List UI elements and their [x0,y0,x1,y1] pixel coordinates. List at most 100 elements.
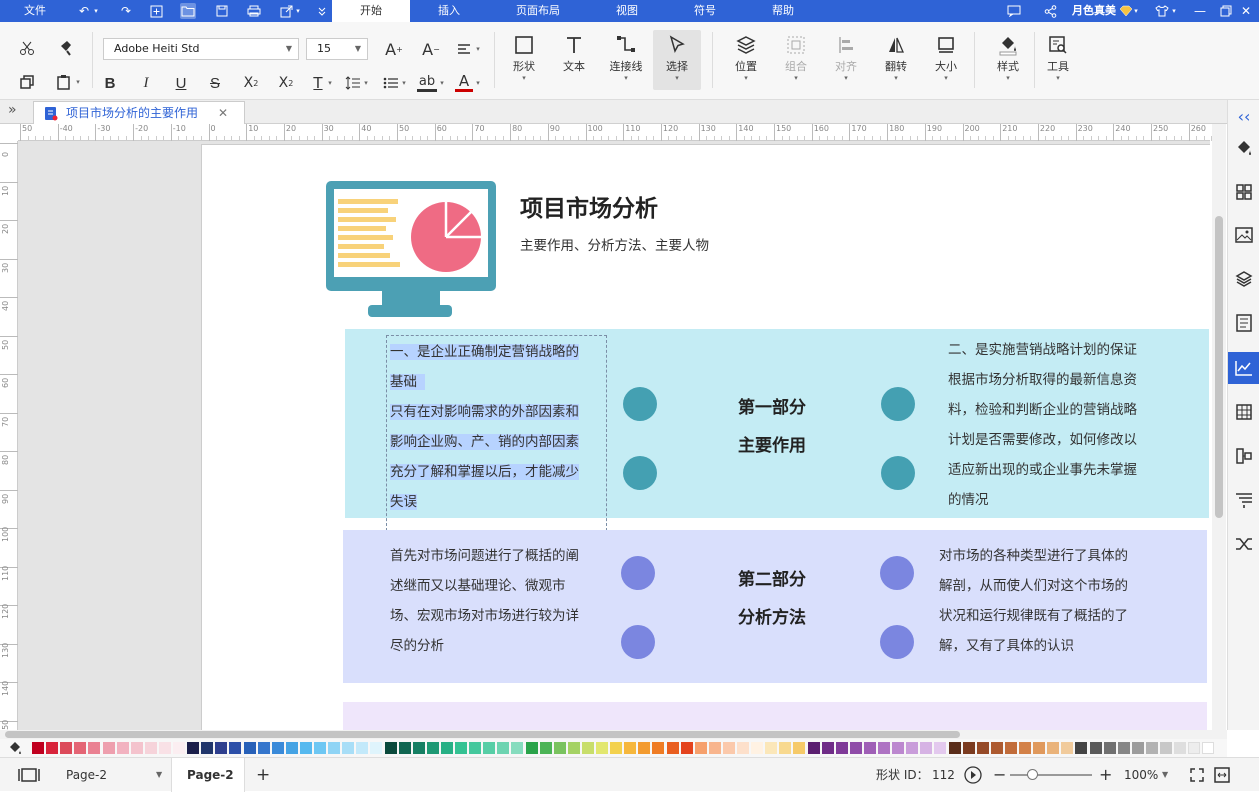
section-2-left-text[interactable]: 首先对市场问题进行了概括的阐 述继而又以基础理论、微观市 场、宏观市场对市场进行… [390,541,608,661]
page-title[interactable]: 项目市场分析 [520,189,658,223]
underline-icon[interactable]: U [171,72,191,94]
italic-icon[interactable]: I [136,72,156,94]
export-icon[interactable] [278,3,294,19]
section-1-left-text[interactable]: 一、是企业正确制定营销战略的 基础 只有在对影响需求的外部因素和 影响企业购、产… [390,337,604,517]
table-icon[interactable] [1228,396,1259,428]
color-swatch[interactable] [469,742,482,754]
color-swatch[interactable] [1131,742,1144,754]
color-swatch[interactable] [722,742,735,754]
color-swatch[interactable] [976,742,989,754]
undo-dropdown-icon[interactable]: ▾ [92,3,100,19]
user-name[interactable]: 月色真美 [1072,0,1116,22]
section-2-circle[interactable] [880,556,914,590]
page-selector[interactable]: Page-2 [66,758,107,792]
image-icon[interactable] [1228,219,1259,251]
align-button[interactable]: 对齐 ▾ [824,30,868,90]
section-2-circle[interactable] [621,625,655,659]
color-swatch[interactable] [130,742,143,754]
tab-help[interactable]: 帮助 [772,0,794,22]
color-swatch[interactable] [483,742,496,754]
color-swatch[interactable] [666,742,679,754]
section-1-circle[interactable] [623,387,657,421]
text-style-dropdown-icon[interactable]: ▾ [326,72,334,94]
line-spacing-dropdown-icon[interactable]: ▾ [362,72,370,94]
text-tool-button[interactable]: 文本 [552,30,596,90]
tab-symbols[interactable]: 符号 [694,0,716,22]
more-icon[interactable] [314,3,330,19]
font-color-icon[interactable]: A [453,72,475,94]
font-family-select[interactable]: Adobe Heiti Std ▼ [103,38,299,60]
color-swatch[interactable] [299,742,312,754]
tab-start[interactable]: 开始 [332,0,410,22]
color-swatch[interactable] [807,742,820,754]
color-swatch[interactable] [1033,742,1046,754]
section-2-label[interactable]: 第二部分 分析方法 [722,561,822,637]
color-swatch[interactable] [271,742,284,754]
color-swatch[interactable] [370,742,383,754]
fill-bucket-icon[interactable] [8,741,22,755]
slides-icon[interactable] [1228,484,1259,516]
section-2-circle[interactable] [621,556,655,590]
decrease-font-icon[interactable]: A − [420,39,442,59]
fit-width-icon[interactable] [1214,767,1230,783]
play-icon[interactable] [964,766,982,784]
fill-icon[interactable] [1228,132,1259,164]
connector-tool-button[interactable]: 连接线 ▾ [604,30,648,90]
color-swatch[interactable] [158,742,171,754]
color-swatch[interactable] [32,742,44,754]
color-swatch[interactable] [328,742,341,754]
color-swatch[interactable] [581,742,594,754]
tools-button[interactable]: 工具 ▾ [1036,30,1080,90]
text-style-icon[interactable]: T [308,72,328,94]
color-swatch[interactable] [1004,742,1017,754]
layers-icon[interactable] [1228,263,1259,295]
add-page-icon[interactable]: + [256,758,270,792]
color-swatch[interactable] [497,742,510,754]
align-dropdown-icon[interactable]: ▾ [474,39,482,59]
zoom-level[interactable]: 100% [1124,758,1158,792]
color-swatch[interactable] [793,742,806,754]
page-properties-icon[interactable] [1228,307,1259,339]
paste-icon[interactable] [54,72,74,92]
open-folder-icon[interactable] [180,3,196,19]
vertical-scroll-thumb[interactable] [1215,216,1223,518]
color-swatch[interactable] [187,742,200,754]
position-button[interactable]: 位置 ▾ [724,30,768,90]
chat-icon[interactable] [1006,3,1022,19]
color-swatch[interactable] [173,742,185,754]
font-size-select[interactable]: 15 ▼ [306,38,368,60]
color-swatch[interactable] [201,742,214,754]
color-swatch[interactable] [990,742,1003,754]
color-swatch[interactable] [60,742,73,754]
color-swatch[interactable] [384,742,397,754]
page-subtitle[interactable]: 主要作用、分析方法、主要人物 [520,234,709,254]
close-icon[interactable]: ✕ [1238,3,1254,19]
color-swatch[interactable] [215,742,228,754]
horizontal-scroll-thumb[interactable] [5,731,960,738]
page-selector-chevron-icon[interactable]: ▼ [156,758,162,792]
increase-font-icon[interactable]: A + [383,39,405,59]
size-button[interactable]: 大小 ▾ [924,30,968,90]
zoom-out-icon[interactable]: − [993,758,1006,792]
color-swatch[interactable] [962,742,975,754]
export-dropdown-icon[interactable]: ▾ [294,3,302,19]
color-swatch[interactable] [539,742,552,754]
paragraph-align-icon[interactable] [455,39,473,59]
style-button[interactable]: 样式 ▾ [986,30,1030,90]
color-swatch[interactable] [694,742,707,754]
bullet-dropdown-icon[interactable]: ▾ [400,72,408,94]
org-icon[interactable] [1228,440,1259,472]
grid-icon[interactable] [1228,176,1259,208]
color-swatch[interactable] [751,742,764,754]
subscript-icon[interactable]: X2 [275,72,297,94]
flip-button[interactable]: 翻转 ▾ [874,30,918,90]
color-swatch[interactable] [1145,742,1158,754]
color-swatch[interactable] [934,742,947,754]
color-swatch[interactable] [624,742,637,754]
strikethrough-icon[interactable]: S [205,72,225,94]
share-icon[interactable] [1042,3,1058,19]
color-swatch[interactable] [525,742,538,754]
color-swatch[interactable] [88,742,101,754]
user-dropdown-icon[interactable]: ▾ [1132,3,1140,19]
tab-insert[interactable]: 插入 [438,0,460,22]
